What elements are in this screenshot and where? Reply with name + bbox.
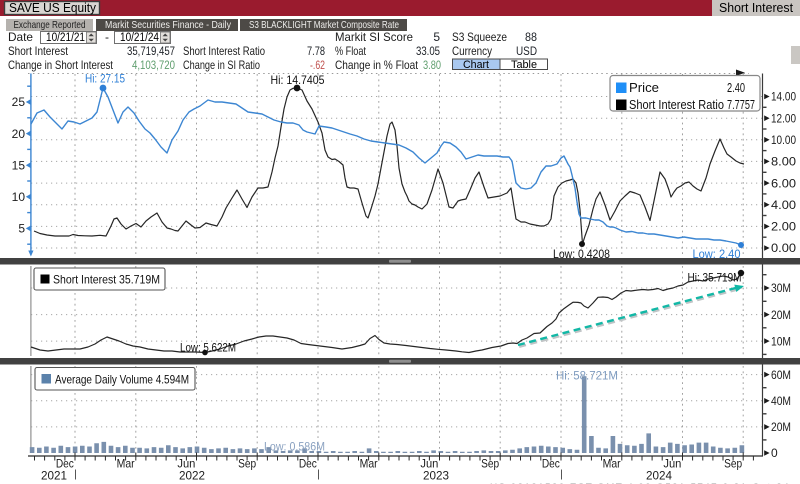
svg-text:7.78: 7.78 — [307, 44, 325, 58]
svg-text:10.00: 10.00 — [771, 133, 796, 147]
svg-text:Change in Short Interest: Change in Short Interest — [8, 58, 114, 72]
svg-text:Sep: Sep — [238, 457, 256, 471]
svg-text:10/21/24: 10/21/24 — [120, 32, 160, 44]
svg-text:88: 88 — [525, 30, 537, 44]
svg-text:Low: 0.4208: Low: 0.4208 — [553, 247, 610, 261]
svg-text:5: 5 — [18, 222, 25, 236]
svg-text:Mar: Mar — [117, 457, 135, 471]
svg-text:20M: 20M — [771, 420, 791, 434]
svg-text:SAVE US Equity: SAVE US Equity — [9, 0, 96, 15]
svg-text:60M: 60M — [771, 368, 791, 382]
svg-text:0.00: 0.00 — [771, 241, 796, 255]
svg-text:Change in % Float: Change in % Float — [335, 58, 419, 72]
svg-text:Sep: Sep — [724, 457, 742, 471]
svg-text:Hi: 58.721M: Hi: 58.721M — [556, 369, 618, 383]
svg-text:-.62: -.62 — [310, 58, 325, 72]
svg-text:Chart: Chart — [463, 59, 489, 71]
svg-text:Mar: Mar — [360, 457, 378, 471]
svg-text:S3 Squeeze: S3 Squeeze — [452, 30, 507, 44]
svg-text:8.00: 8.00 — [771, 155, 796, 169]
svg-text:10: 10 — [12, 190, 26, 204]
svg-text:Short Interest Ratio: Short Interest Ratio — [183, 44, 265, 58]
svg-text:2021: 2021 — [41, 469, 67, 483]
svg-text:Currency: Currency — [452, 44, 492, 58]
svg-text:Hi: 14.7405: Hi: 14.7405 — [271, 73, 325, 87]
svg-text:Short Interest Ratio: Short Interest Ratio — [629, 98, 724, 112]
svg-text:Short Interest: Short Interest — [8, 44, 69, 58]
svg-text:Mar: Mar — [603, 457, 621, 471]
svg-text:Price: Price — [629, 81, 659, 95]
svg-text:Dec: Dec — [299, 457, 317, 471]
svg-text:6.00: 6.00 — [771, 176, 796, 190]
svg-text:Average Daily Volume 4.594M: Average Daily Volume 4.594M — [55, 373, 189, 387]
svg-text:14.00: 14.00 — [771, 90, 796, 104]
svg-text:12.00: 12.00 — [771, 111, 796, 125]
svg-text:10M: 10M — [771, 334, 791, 348]
svg-text:4.00: 4.00 — [771, 198, 796, 212]
svg-text:2023: 2023 — [423, 469, 449, 483]
svg-text:Date: Date — [8, 30, 33, 44]
svg-text:2022: 2022 — [179, 469, 205, 483]
svg-text:Hi: 35.719M: Hi: 35.719M — [688, 271, 742, 285]
svg-text:5: 5 — [433, 30, 440, 44]
svg-text:30M: 30M — [771, 281, 791, 295]
svg-text:Low: 0.586M: Low: 0.586M — [264, 440, 325, 454]
svg-text:7.7757: 7.7757 — [727, 98, 755, 112]
svg-text:33.05: 33.05 — [416, 44, 440, 58]
svg-text:Short Interest 35.719M: Short Interest 35.719M — [53, 273, 160, 287]
svg-text:Markit Securities Finance - Da: Markit Securities Finance - Daily — [105, 19, 232, 31]
svg-text:35,719,457: 35,719,457 — [127, 44, 175, 58]
svg-text:4,103,720: 4,103,720 — [132, 58, 175, 72]
svg-text:3.80: 3.80 — [423, 58, 441, 72]
svg-text:% Float: % Float — [335, 44, 367, 58]
svg-text:25: 25 — [12, 95, 26, 109]
svg-text:2.40: 2.40 — [727, 81, 745, 95]
svg-text:2024: 2024 — [646, 469, 672, 483]
svg-text:Sep: Sep — [481, 457, 499, 471]
svg-text:40M: 40M — [771, 394, 791, 408]
svg-text:0: 0 — [771, 446, 778, 460]
svg-text:Hi: 27.15: Hi: 27.15 — [85, 72, 125, 86]
svg-text:Table: Table — [511, 59, 537, 71]
svg-text:Dec: Dec — [542, 457, 560, 471]
svg-text:-: - — [105, 30, 109, 44]
svg-text:20M: 20M — [771, 308, 791, 322]
svg-text:10/21/21: 10/21/21 — [46, 32, 85, 44]
svg-text:20: 20 — [12, 127, 26, 141]
svg-text:Short Interest: Short Interest — [719, 1, 794, 15]
svg-text:15: 15 — [12, 158, 26, 172]
svg-text:Low: 5.622M: Low: 5.622M — [180, 341, 236, 355]
svg-text:Change in SI Ratio: Change in SI Ratio — [183, 58, 260, 72]
svg-text:USD: USD — [516, 44, 537, 58]
svg-text:2.00: 2.00 — [771, 220, 796, 234]
svg-text:Low: 2.40: Low: 2.40 — [693, 247, 741, 261]
svg-text:Markit SI Score: Markit SI Score — [335, 30, 413, 44]
